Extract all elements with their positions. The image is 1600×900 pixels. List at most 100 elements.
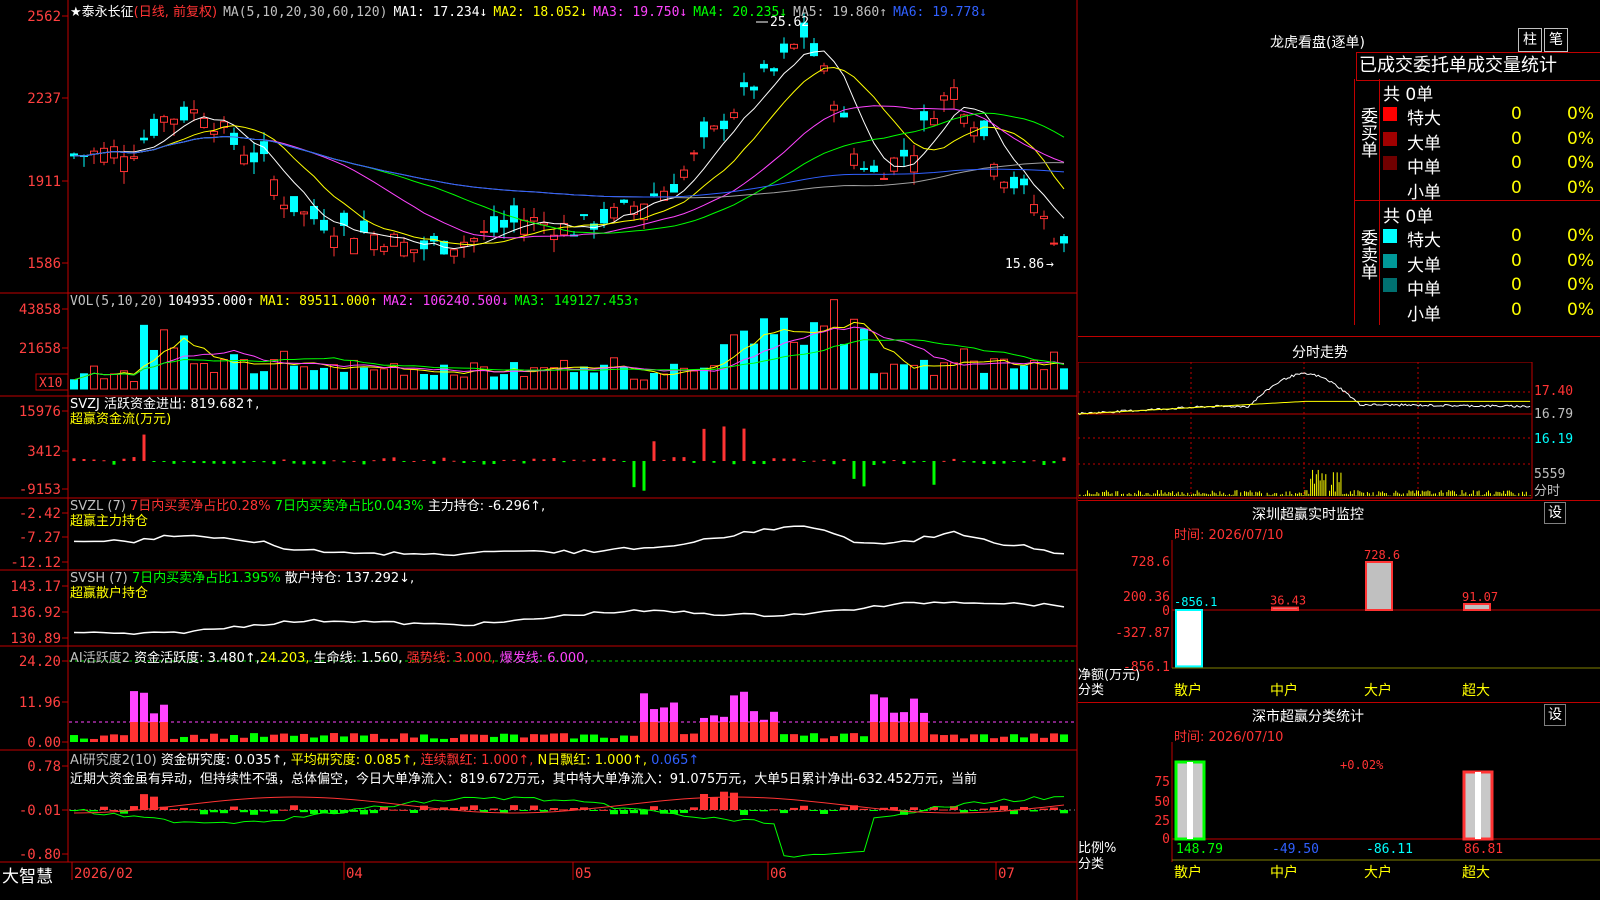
- svzj-bar[interactable]: [182, 461, 186, 463]
- ai-activity-bar[interactable]: [950, 734, 958, 742]
- volume-bar[interactable]: [230, 354, 238, 390]
- volume-bar[interactable]: [290, 365, 298, 390]
- ai-activity-bar[interactable]: [590, 734, 598, 742]
- ai-research-bar[interactable]: [830, 810, 838, 811]
- svzj-bar[interactable]: [432, 461, 436, 464]
- ai-activity-bar[interactable]: [380, 738, 388, 742]
- candle-body[interactable]: [950, 87, 958, 100]
- candle-body[interactable]: [750, 86, 758, 91]
- candle-body[interactable]: [930, 118, 938, 126]
- volume-bar[interactable]: [940, 362, 948, 390]
- volume-bar[interactable]: [110, 373, 118, 390]
- candle-body[interactable]: [360, 220, 368, 233]
- ai-activity-bar[interactable]: [370, 733, 378, 742]
- volume-bar[interactable]: [700, 367, 708, 390]
- volume-bar[interactable]: [1010, 368, 1018, 390]
- ai-activity-bar[interactable]: [620, 735, 628, 742]
- volume-bar[interactable]: [980, 372, 988, 390]
- svzj-bar[interactable]: [222, 461, 226, 464]
- candle-body[interactable]: [500, 219, 508, 228]
- svzj-bar[interactable]: [532, 458, 536, 461]
- svzj-bar[interactable]: [292, 461, 296, 464]
- ai-activity-bar[interactable]: [290, 735, 298, 742]
- candle-body[interactable]: [670, 184, 678, 193]
- svzj-bar[interactable]: [792, 458, 796, 461]
- svzj-bar[interactable]: [482, 461, 486, 465]
- sz-stat-bar[interactable]: 148.79: [1174, 760, 1223, 857]
- candle-body[interactable]: [780, 43, 788, 53]
- ai-activity-bar[interactable]: [570, 738, 578, 742]
- volume-bar[interactable]: [820, 325, 828, 390]
- svzj-bar[interactable]: [872, 461, 876, 465]
- volume-bar[interactable]: [380, 368, 388, 390]
- volume-bar[interactable]: [920, 359, 928, 390]
- volume-bar[interactable]: [640, 379, 648, 390]
- volume-bar[interactable]: [450, 374, 458, 390]
- svzj-bar[interactable]: [732, 461, 736, 465]
- candle-body[interactable]: [730, 112, 738, 119]
- ai-activity-bar[interactable]: [580, 734, 588, 742]
- ai-research-bar[interactable]: [180, 807, 188, 810]
- svzj-bar[interactable]: [1052, 461, 1056, 464]
- svzj-bar[interactable]: [352, 460, 356, 462]
- volume-bar[interactable]: [340, 371, 348, 390]
- svzj-bar[interactable]: [1022, 461, 1026, 463]
- ai-activity-bar[interactable]: [320, 735, 328, 742]
- candle-body[interactable]: [350, 238, 358, 255]
- svzj-bar[interactable]: [742, 428, 746, 461]
- volume-bar[interactable]: [100, 378, 108, 390]
- ai-activity-bar[interactable]: [460, 734, 468, 742]
- volume-bars[interactable]: [70, 299, 1068, 390]
- volume-bar[interactable]: [330, 364, 338, 390]
- ai-research-bar[interactable]: [780, 810, 788, 814]
- candle-body[interactable]: [690, 152, 698, 155]
- candle-body[interactable]: [650, 193, 658, 197]
- ai-activity-bar[interactable]: [340, 736, 348, 742]
- volume-bar[interactable]: [510, 362, 518, 390]
- volume-bar[interactable]: [830, 299, 838, 390]
- candle-body[interactable]: [610, 206, 618, 219]
- candle-body[interactable]: [510, 205, 518, 223]
- svzj-bar[interactable]: [342, 461, 346, 463]
- ai-activity-bar[interactable]: [480, 734, 488, 742]
- ai-activity-bar[interactable]: [440, 738, 448, 742]
- sz-stat-bar[interactable]: -86.11: [1366, 842, 1413, 857]
- sz-stat-bar[interactable]: 86.81: [1462, 770, 1503, 857]
- volume-bar[interactable]: [420, 374, 428, 390]
- ai-research-bar[interactable]: [130, 806, 138, 810]
- ai-activity-bar[interactable]: [830, 736, 838, 742]
- svzj-bar[interactable]: [1062, 457, 1066, 461]
- ai-research-bar[interactable]: [1050, 807, 1058, 810]
- ai-research-bar[interactable]: [730, 792, 738, 810]
- ai-activity-bar[interactable]: [980, 734, 988, 742]
- sz-stat-settings-button[interactable]: 设: [1544, 704, 1566, 726]
- candle-body[interactable]: [1000, 181, 1008, 189]
- volume-bar[interactable]: [610, 357, 618, 390]
- ai-research-bar[interactable]: [1030, 810, 1038, 812]
- svzj-bar[interactable]: [172, 461, 176, 464]
- candle-body[interactable]: [190, 109, 198, 114]
- ai-research-bar[interactable]: [690, 807, 698, 810]
- volume-bar[interactable]: [90, 365, 98, 390]
- volume-bar[interactable]: [670, 363, 678, 390]
- candle-body[interactable]: [1020, 178, 1028, 186]
- svzj-bar[interactable]: [402, 461, 406, 462]
- ai-research-bar[interactable]: [990, 807, 998, 810]
- svzj-bar[interactable]: [1042, 461, 1046, 465]
- ai-activity-bar[interactable]: [300, 733, 308, 742]
- ai-activity-bar[interactable]: [820, 738, 828, 742]
- svzj-bar[interactable]: [722, 426, 726, 461]
- svzj-bar[interactable]: [562, 461, 566, 463]
- candle-body[interactable]: [390, 233, 398, 247]
- volume-bar[interactable]: [180, 335, 188, 390]
- ai-activity-bar[interactable]: [100, 735, 108, 742]
- ai-activity-bar[interactable]: [810, 733, 818, 742]
- candle-body[interactable]: [850, 153, 858, 166]
- ai-research-bars[interactable]: [70, 791, 1068, 858]
- ai-activity-bar[interactable]: [490, 736, 498, 742]
- svzj-bar[interactable]: [912, 461, 916, 463]
- ai-activity-bar[interactable]: [270, 734, 278, 742]
- svzj-bar[interactable]: [522, 461, 526, 464]
- volume-bar[interactable]: [130, 381, 138, 390]
- svzj-bar[interactable]: [502, 459, 506, 461]
